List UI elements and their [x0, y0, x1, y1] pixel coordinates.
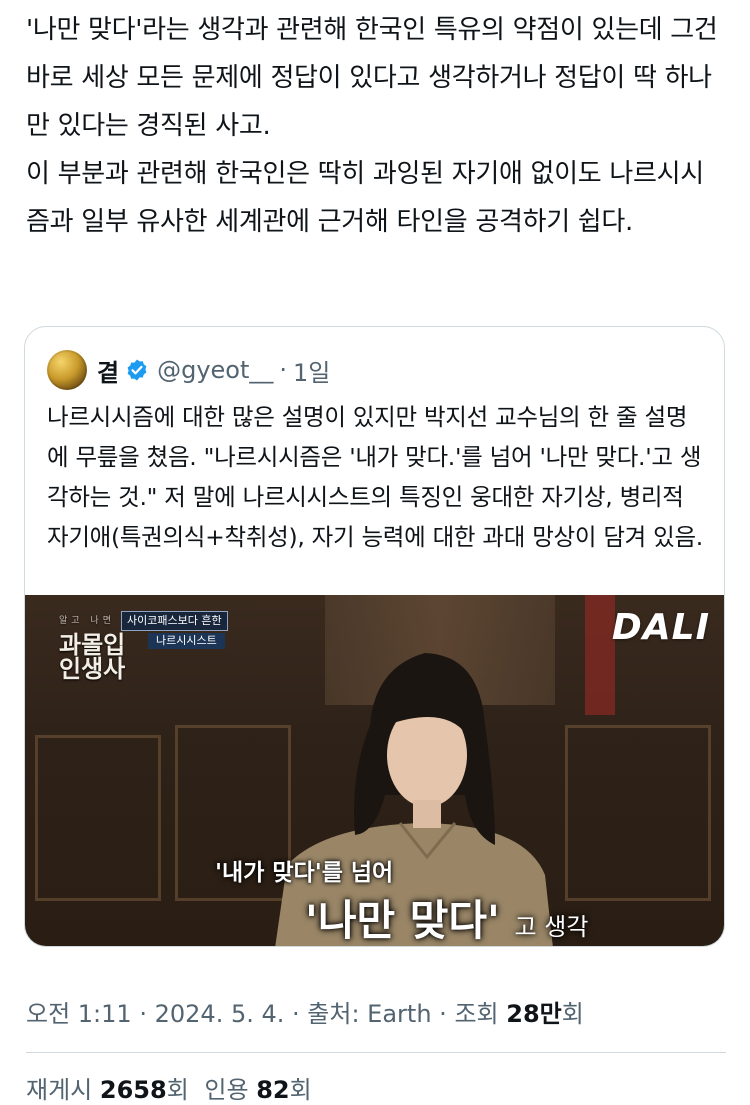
- tweet-date[interactable]: 2024. 5. 4.: [155, 1000, 285, 1028]
- quoted-tweet-text: 나르시시즘에 대한 많은 설명이 있지만 박지선 교수님의 한 줄 설명에 무릎…: [47, 403, 703, 551]
- tweet-time[interactable]: 오전 1:11: [26, 1000, 132, 1028]
- quotes-suffix: 회: [289, 1076, 312, 1104]
- quoted-author-name[interactable]: 곁: [97, 353, 119, 388]
- tweet-source[interactable]: 출처: Earth: [307, 1000, 431, 1028]
- retweets-label: 재게시: [26, 1076, 93, 1104]
- video-subtitle-line2: '나만 맞다' 고 생각: [305, 887, 589, 946]
- video-subtitle-line1: '내가 맞다'를 넘어: [215, 860, 394, 886]
- avatar[interactable]: [47, 350, 87, 390]
- separator-dot: ·: [292, 1000, 300, 1028]
- retweets-suffix: 회: [166, 1076, 189, 1104]
- caption-tag: 사이코패스보다 흔한: [121, 611, 228, 631]
- retweets-count: 2658: [99, 1076, 167, 1104]
- quoted-tweet-card[interactable]: 곁 @gyeot__ · 1일 나르시시즘에 대한 많은 설명이 있지만 박지선…: [24, 326, 725, 947]
- retweet-stat[interactable]: 재게시 2658회: [26, 1076, 196, 1104]
- quoted-tweet-time[interactable]: 1일: [293, 353, 330, 388]
- quotes-count: 82: [256, 1076, 290, 1104]
- quotes-label: 인용: [204, 1076, 249, 1104]
- quote-stat[interactable]: 인용 82회: [204, 1076, 311, 1104]
- show-logo-line2: 인생사: [59, 655, 126, 683]
- quoted-author-handle[interactable]: @gyeot__: [157, 356, 273, 384]
- tweet-text: '나만 맞다'라는 생각과 관련해 한국인 특유의 약점이 있는데 그건 바로 …: [26, 15, 718, 237]
- verified-badge-icon: [125, 358, 149, 382]
- quoted-tweet-header: 곁 @gyeot__ · 1일: [47, 349, 330, 391]
- views-suffix: 회: [561, 1000, 584, 1028]
- separator-dot: ·: [139, 1000, 147, 1028]
- views-label: 조회: [454, 1000, 499, 1028]
- caption-tag-sub: 나르시시스트: [148, 633, 225, 649]
- tweet-metadata: 오전 1:11 · 2024. 5. 4. · 출처: Earth · 조회 2…: [26, 994, 584, 1029]
- tweet-stats: 재게시 2658회 인용 82회: [26, 1070, 312, 1105]
- channel-logo: DALI: [611, 607, 710, 648]
- subtitle-emphasis: '나만 맞다': [305, 896, 500, 945]
- views-count: 28만: [506, 1000, 562, 1028]
- separator-dot: ·: [439, 1000, 447, 1028]
- divider: [26, 1052, 726, 1053]
- separator-dot: ·: [279, 356, 288, 384]
- subtitle-tail: 고 생각: [514, 913, 589, 941]
- quoted-tweet-media[interactable]: 알고 나면 쓸데없는 과몰입 인생사 사이코패스보다 흔한 나르시시스트 DAL…: [25, 595, 724, 946]
